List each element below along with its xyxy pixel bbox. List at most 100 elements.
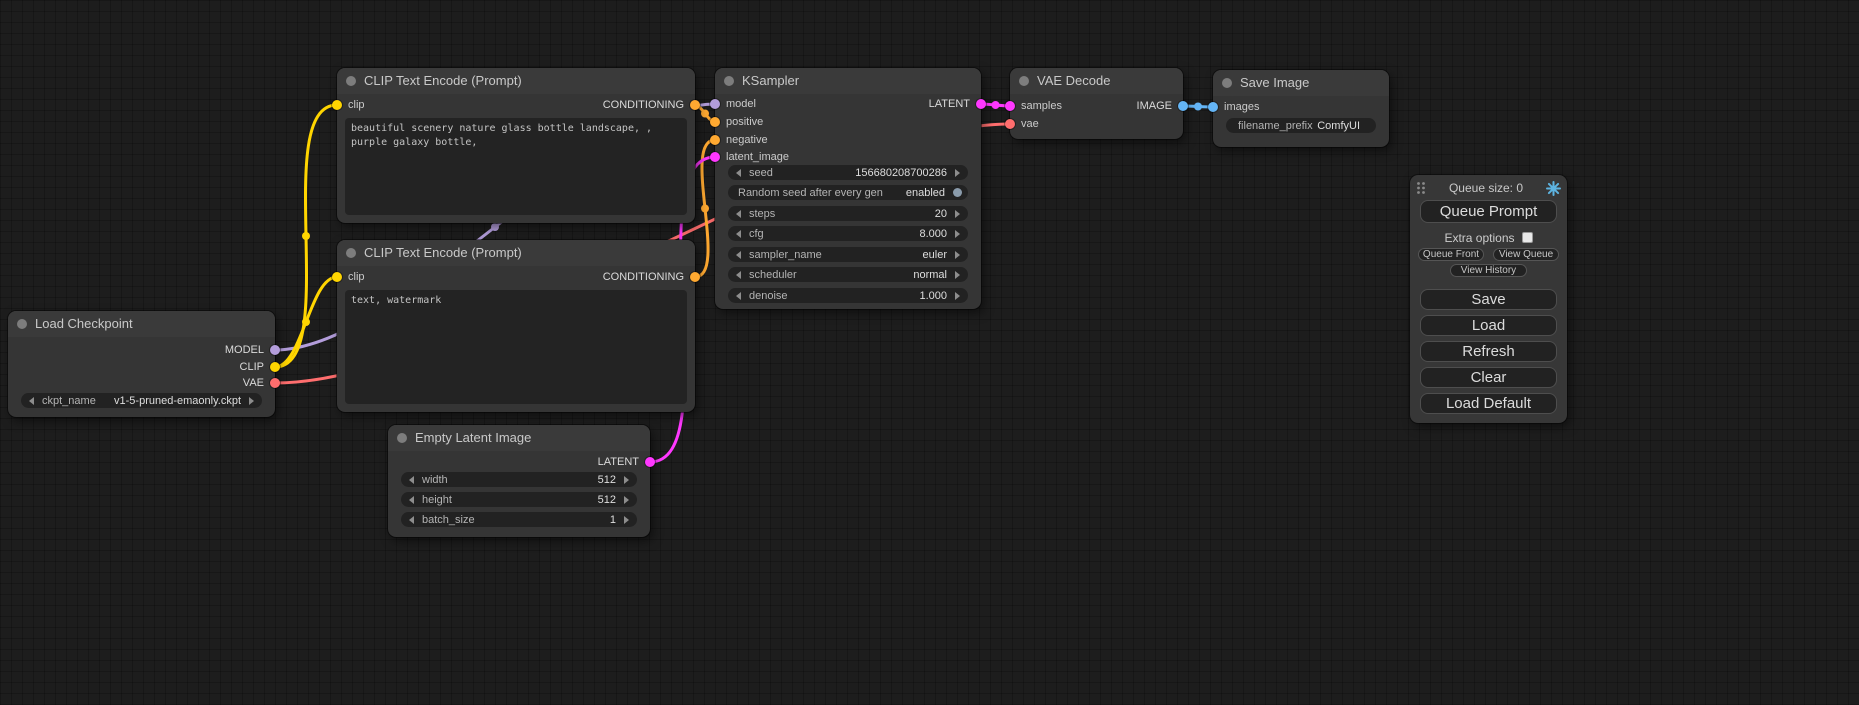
clear-button[interactable]: Clear [1420, 367, 1557, 388]
negative-input-dot[interactable] [710, 135, 720, 145]
node-ksampler[interactable]: KSampler model positive negative latent_… [715, 68, 981, 309]
prompt-textarea[interactable]: beautiful scenery nature glass bottle la… [345, 118, 687, 215]
decrement-arrow-icon[interactable] [736, 251, 741, 259]
decrement-arrow-icon[interactable] [736, 271, 741, 279]
collapse-dot-icon[interactable] [17, 319, 27, 329]
drag-handle-icon[interactable] [1416, 181, 1426, 195]
batch-size-widget[interactable]: batch_size 1 [401, 512, 637, 527]
conditioning-output-dot[interactable] [690, 100, 700, 110]
collapse-dot-icon[interactable] [724, 76, 734, 86]
node-load-checkpoint[interactable]: Load Checkpoint MODEL CLIP VAE ckpt_name… [8, 311, 275, 417]
positive-input-dot[interactable] [710, 117, 720, 127]
images-input-dot[interactable] [1208, 102, 1218, 112]
increment-arrow-icon[interactable] [249, 397, 254, 405]
model-output-dot[interactable] [270, 345, 280, 355]
input-images[interactable]: images [1208, 99, 1265, 115]
node-title-bar[interactable]: KSampler [715, 68, 981, 94]
denoise-widget[interactable]: denoise 1.000 [728, 288, 968, 303]
width-widget[interactable]: width 512 [401, 472, 637, 487]
clip-input-dot[interactable] [332, 100, 342, 110]
ckpt-name-widget[interactable]: ckpt_name v1-5-pruned-emaonly.ckpt [21, 393, 262, 408]
input-vae[interactable]: vae [1005, 116, 1045, 132]
increment-arrow-icon[interactable] [955, 251, 960, 259]
node-title-bar[interactable]: CLIP Text Encode (Prompt) [337, 240, 695, 266]
filename-prefix-widget[interactable]: filename_prefix ComfyUI [1226, 118, 1376, 133]
save-button[interactable]: Save [1420, 289, 1557, 310]
height-widget[interactable]: height 512 [401, 492, 637, 507]
queue-prompt-button[interactable]: Queue Prompt [1420, 200, 1557, 223]
model-input-dot[interactable] [710, 99, 720, 109]
node-title-bar[interactable]: Save Image [1213, 70, 1389, 96]
latent-input-dot[interactable] [710, 152, 720, 162]
collapse-dot-icon[interactable] [1222, 78, 1232, 88]
input-model[interactable]: model [710, 96, 762, 112]
output-conditioning[interactable]: CONDITIONING [597, 269, 700, 285]
settings-gear-icon[interactable] [1546, 181, 1561, 196]
increment-arrow-icon[interactable] [955, 169, 960, 177]
queue-front-button[interactable]: Queue Front [1418, 248, 1484, 261]
increment-arrow-icon[interactable] [624, 516, 629, 524]
increment-arrow-icon[interactable] [955, 210, 960, 218]
input-clip[interactable]: clip [332, 269, 371, 285]
node-title-bar[interactable]: VAE Decode [1010, 68, 1183, 94]
decrement-arrow-icon[interactable] [409, 476, 414, 484]
latent-output-dot[interactable] [976, 99, 986, 109]
prompt-textarea[interactable]: text, watermark [345, 290, 687, 404]
increment-arrow-icon[interactable] [955, 292, 960, 300]
node-clip-text-encode-positive[interactable]: CLIP Text Encode (Prompt) clip CONDITION… [337, 68, 695, 223]
output-latent[interactable]: LATENT [923, 96, 986, 112]
load-button[interactable]: Load [1420, 315, 1557, 336]
image-output-dot[interactable] [1178, 101, 1188, 111]
cfg-widget[interactable]: cfg 8.000 [728, 226, 968, 241]
node-clip-text-encode-negative[interactable]: CLIP Text Encode (Prompt) clip CONDITION… [337, 240, 695, 412]
decrement-arrow-icon[interactable] [29, 397, 34, 405]
collapse-dot-icon[interactable] [346, 248, 356, 258]
decrement-arrow-icon[interactable] [409, 496, 414, 504]
load-default-button[interactable]: Load Default [1420, 393, 1557, 414]
node-title-bar[interactable]: Load Checkpoint [8, 311, 275, 337]
extra-options-checkbox[interactable] [1522, 232, 1533, 243]
clip-input-dot[interactable] [332, 272, 342, 282]
output-clip[interactable]: CLIP [234, 359, 280, 375]
toggle-dot[interactable] [953, 188, 962, 197]
clip-output-dot[interactable] [270, 362, 280, 372]
scheduler-widget[interactable]: scheduler normal [728, 267, 968, 282]
decrement-arrow-icon[interactable] [736, 230, 741, 238]
node-vae-decode[interactable]: VAE Decode samples vae IMAGE [1010, 68, 1183, 139]
output-conditioning[interactable]: CONDITIONING [597, 97, 700, 113]
collapse-dot-icon[interactable] [397, 433, 407, 443]
vae-input-dot[interactable] [1005, 119, 1015, 129]
collapse-dot-icon[interactable] [1019, 76, 1029, 86]
latent-output-dot[interactable] [645, 457, 655, 467]
node-title-bar[interactable]: Empty Latent Image [388, 425, 650, 451]
samples-input-dot[interactable] [1005, 101, 1015, 111]
decrement-arrow-icon[interactable] [736, 292, 741, 300]
queue-panel[interactable]: Queue size: 0 Queue Prompt Extra options… [1410, 175, 1567, 423]
collapse-dot-icon[interactable] [346, 76, 356, 86]
vae-output-dot[interactable] [270, 378, 280, 388]
decrement-arrow-icon[interactable] [736, 169, 741, 177]
random-seed-toggle-widget[interactable]: Random seed after every gen enabled [728, 185, 968, 200]
view-history-button[interactable]: View History [1450, 264, 1527, 277]
output-image[interactable]: IMAGE [1131, 98, 1188, 114]
input-positive[interactable]: positive [710, 114, 769, 130]
steps-widget[interactable]: steps 20 [728, 206, 968, 221]
decrement-arrow-icon[interactable] [409, 516, 414, 524]
increment-arrow-icon[interactable] [955, 271, 960, 279]
decrement-arrow-icon[interactable] [736, 210, 741, 218]
increment-arrow-icon[interactable] [624, 496, 629, 504]
conditioning-output-dot[interactable] [690, 272, 700, 282]
seed-widget[interactable]: seed 156680208700286 [728, 165, 968, 180]
increment-arrow-icon[interactable] [955, 230, 960, 238]
node-graph-canvas[interactable]: Load Checkpoint MODEL CLIP VAE ckpt_name… [0, 0, 1859, 705]
node-save-image[interactable]: Save Image images filename_prefix ComfyU… [1213, 70, 1389, 147]
output-model[interactable]: MODEL [219, 342, 280, 358]
increment-arrow-icon[interactable] [624, 476, 629, 484]
output-vae[interactable]: VAE [237, 375, 280, 391]
input-latent-image[interactable]: latent_image [710, 149, 795, 165]
input-negative[interactable]: negative [710, 132, 774, 148]
input-clip[interactable]: clip [332, 97, 371, 113]
node-title-bar[interactable]: CLIP Text Encode (Prompt) [337, 68, 695, 94]
refresh-button[interactable]: Refresh [1420, 341, 1557, 362]
view-queue-button[interactable]: View Queue [1493, 248, 1559, 261]
